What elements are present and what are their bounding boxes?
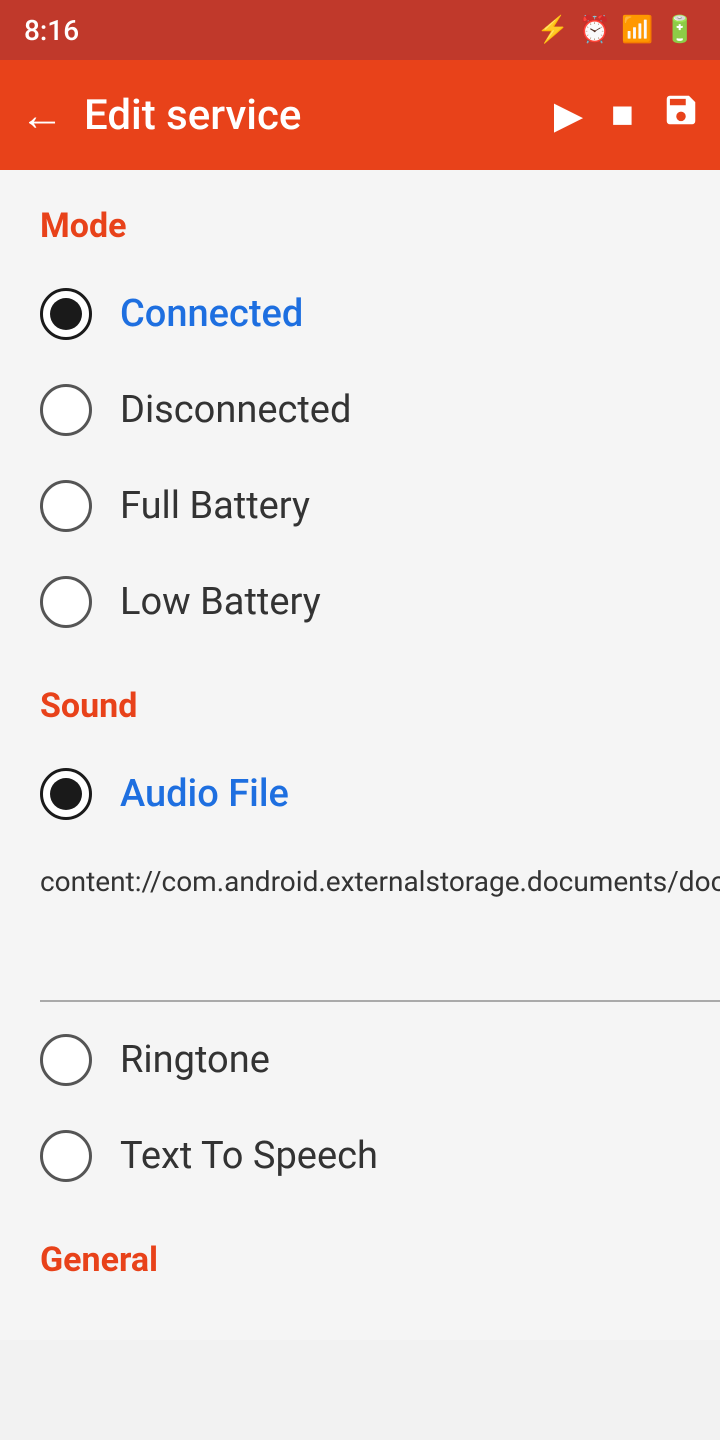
sound-ringtone-option[interactable]: Ringtone xyxy=(0,1012,720,1108)
mode-low-battery-label: Low Battery xyxy=(120,580,321,624)
mode-disconnected-label: Disconnected xyxy=(120,388,351,432)
alarm-icon: ⏰ xyxy=(579,15,611,45)
sound-audio-file-option[interactable]: Audio File xyxy=(0,746,720,842)
sound-tts-option[interactable]: Text To Speech xyxy=(0,1108,720,1204)
mode-full-battery-option[interactable]: Full Battery xyxy=(0,458,720,554)
sound-ringtone-label: Ringtone xyxy=(120,1038,270,1082)
sound-ringtone-radio[interactable] xyxy=(40,1034,92,1086)
mode-full-battery-radio[interactable] xyxy=(40,480,92,532)
battery-icon: 🔋 xyxy=(664,15,696,45)
mode-connected-radio[interactable] xyxy=(40,288,92,340)
mode-low-battery-radio[interactable] xyxy=(40,576,92,628)
status-bar: 8:16 ⚡ ⏰ 📶 🔋 xyxy=(0,0,720,60)
app-bar-actions: ▶ ■ xyxy=(554,91,700,139)
general-section-label: General xyxy=(0,1204,720,1300)
mode-low-battery-option[interactable]: Low Battery xyxy=(0,554,720,650)
stop-button[interactable]: ■ xyxy=(611,93,634,137)
file-path-text: content://com.android.externalstorage.do… xyxy=(40,862,720,1002)
play-button[interactable]: ▶ xyxy=(554,93,583,138)
back-button[interactable]: ← xyxy=(20,89,64,141)
sound-tts-label: Text To Speech xyxy=(120,1134,378,1178)
sound-audio-file-label: Audio File xyxy=(120,772,289,816)
app-bar: ← Edit service ▶ ■ xyxy=(0,60,720,170)
audio-file-area: content://com.android.externalstorage.do… xyxy=(0,842,720,1012)
sound-audio-file-radio[interactable] xyxy=(40,768,92,820)
mode-connected-label: Connected xyxy=(120,292,303,336)
charging-icon: ⚡ xyxy=(537,15,569,45)
mode-disconnected-option[interactable]: Disconnected xyxy=(0,362,720,458)
save-button[interactable] xyxy=(662,91,700,139)
sound-tts-radio[interactable] xyxy=(40,1130,92,1182)
mode-section-label: Mode xyxy=(0,170,720,266)
mode-full-battery-label: Full Battery xyxy=(120,484,310,528)
signal-icon: 📶 xyxy=(621,15,653,45)
sound-section-label: Sound xyxy=(0,650,720,746)
mode-disconnected-radio[interactable] xyxy=(40,384,92,436)
app-bar-title: Edit service xyxy=(84,91,554,140)
content: Mode Connected Disconnected Full Battery… xyxy=(0,170,720,1340)
status-icons: ⚡ ⏰ 📶 🔋 xyxy=(537,15,697,45)
mode-connected-option[interactable]: Connected xyxy=(0,266,720,362)
status-time: 8:16 xyxy=(24,14,79,47)
